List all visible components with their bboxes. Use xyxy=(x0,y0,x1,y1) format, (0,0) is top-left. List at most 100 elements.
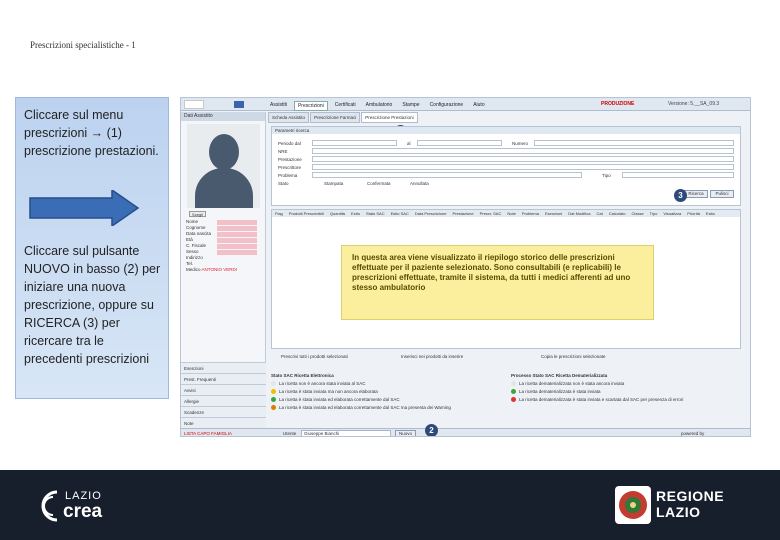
app-screenshot: Assistiti Prescrizioni Certificati Ambul… xyxy=(180,97,751,437)
period-to-label: al xyxy=(407,141,411,146)
eu-flag-icon xyxy=(234,101,244,108)
grid-column: Quantità xyxy=(329,211,346,216)
menu-configurazione[interactable]: Configurazione xyxy=(427,101,467,111)
redacted-value xyxy=(217,232,257,237)
lazio-crea-logo: LAZIO crea xyxy=(35,486,125,526)
nav-scadenze[interactable]: Scadenze xyxy=(181,406,266,417)
doctor-name: ANTONIO VERDI xyxy=(201,267,237,272)
patient-avatar xyxy=(187,124,260,208)
menu-aiuto[interactable]: Aiuto xyxy=(470,101,487,111)
status-text: LISTA CAPO FAMIGLIA xyxy=(184,431,232,436)
status-dot-icon xyxy=(271,397,276,403)
nav-note[interactable]: Note xyxy=(181,417,266,428)
nav-allergie[interactable]: Allergie xyxy=(181,395,266,406)
tab-scheda-assistito[interactable]: Scheda Assistito xyxy=(268,112,310,123)
nav-avvisi[interactable]: Avvisi xyxy=(181,384,266,395)
menu-ambulatorio[interactable]: Ambulatorio xyxy=(363,101,396,111)
period-from-input[interactable] xyxy=(312,140,397,146)
action-prescribe-selected[interactable]: Prescrivi tutti i prodotti selezionati xyxy=(281,354,348,359)
legend-dem-title: Processo Stato SAC Ricetta Dematerializz… xyxy=(511,373,608,378)
step-badge-3: 3 xyxy=(674,189,687,202)
main-menu: Assistiti Prescrizioni Certificati Ambul… xyxy=(267,101,488,111)
search-label: Periodo dal xyxy=(278,141,301,146)
grid-column: Prescr. SAC xyxy=(479,211,502,216)
tipo-select[interactable] xyxy=(622,172,734,178)
status-annullata[interactable]: Annullata xyxy=(410,181,429,186)
content-tabs: Scheda Assistito Prescrizione Farmaci Pr… xyxy=(268,112,418,123)
regione-lazio-crest-icon xyxy=(615,486,651,524)
grid-column: Data Prescrizione xyxy=(414,211,447,216)
tipo-label: Tipo xyxy=(602,173,611,178)
step-badge-2: 2 xyxy=(425,424,438,436)
tab-prescrizione-farmaci[interactable]: Prescrizione Farmaci xyxy=(310,112,361,123)
user-select[interactable]: Giuseppe Bianchi xyxy=(301,430,391,436)
select-patient-button[interactable]: Scegli xyxy=(189,211,206,217)
grid-column: Stato SAC xyxy=(365,211,385,216)
numero-label: Numero xyxy=(512,141,529,146)
search-panel-header: Parametri ricerca xyxy=(272,127,740,134)
redacted-value xyxy=(217,244,257,249)
instruction-step-2: Cliccare sul pulsante NUOVO in basso (2)… xyxy=(24,244,161,366)
numero-input[interactable] xyxy=(534,140,734,146)
nav-prest-frequenti[interactable]: Prest. Frequenti xyxy=(181,373,266,384)
search-button[interactable]: Ricerca xyxy=(684,190,708,198)
nav-esenzioni[interactable]: Esenzioni xyxy=(181,362,266,373)
search-label: Problema xyxy=(278,173,298,178)
version-label: Versione: 5.__SA_09.3 xyxy=(668,101,720,107)
regione-lazio-line1: REGIONE xyxy=(656,488,725,504)
menu-stampe[interactable]: Stampe xyxy=(399,101,422,111)
status-dot-icon xyxy=(271,389,276,395)
user-label: Utente xyxy=(283,431,297,436)
legend-item: La ricetta è stata inviata ed elaborata … xyxy=(279,405,451,410)
grid-column: Flag xyxy=(275,211,283,216)
status-dot-icon xyxy=(511,397,516,403)
regione-lazio-line2: LAZIO xyxy=(656,504,701,520)
slide-title: Prescrizioni specialistiche - 1 xyxy=(30,40,136,50)
lazio-crea-line2: crea xyxy=(63,501,103,522)
menu-certificati[interactable]: Certificati xyxy=(332,101,359,111)
action-insert-products[interactable]: Inserisci nei prodotti da inserire xyxy=(401,354,463,359)
redacted-value xyxy=(217,250,257,255)
grid-column: Esito xyxy=(351,211,360,216)
instruction-panel: Cliccare sul menu prescrizioni → (1) pre… xyxy=(15,97,169,399)
problema-input[interactable] xyxy=(312,172,582,178)
grid-column: Esenzioni xyxy=(544,211,563,216)
period-to-input[interactable] xyxy=(417,140,502,146)
grid-column: Priorità xyxy=(687,211,700,216)
redacted-value xyxy=(217,238,257,243)
legend-item: La ricetta non è ancora stata inviata al… xyxy=(279,381,366,386)
patient-panel: Dati Assistito Scegli Nome Cognome Data … xyxy=(181,112,266,436)
grid-column: Visualizza xyxy=(663,211,682,216)
legend-item: La ricetta dematerializzata è stata invi… xyxy=(519,397,684,402)
status-dot-icon xyxy=(511,389,516,395)
patient-nav: Esenzioni Prest. Frequenti Avvisi Allerg… xyxy=(181,362,266,428)
grid-header: Flag Prodotti Prescrivibili Quantità Esi… xyxy=(272,210,740,217)
grid-column: Cat xyxy=(596,211,603,216)
search-panel: Parametri ricerca Periodo dal al Numero … xyxy=(271,126,741,206)
grid-column: Calcolato xyxy=(608,211,626,216)
redacted-value xyxy=(217,226,257,231)
menu-prescrizioni[interactable]: Prescrizioni xyxy=(293,101,328,111)
powered-by-label: powered by xyxy=(681,431,705,436)
legend-item: La ricetta è stata inviata ma non ancora… xyxy=(279,389,378,394)
status-stampata[interactable]: Stampata xyxy=(324,181,343,186)
grid-column: Esito SAC xyxy=(390,211,409,216)
patient-panel-header: Dati Assistito xyxy=(181,112,265,121)
grid-column: Note xyxy=(507,211,516,216)
prescrittore-input[interactable] xyxy=(312,164,734,170)
search-label: Prescrittore xyxy=(278,165,302,170)
nre-input[interactable] xyxy=(312,148,734,154)
grid-column: Esito xyxy=(705,211,715,216)
grid-column: Classe xyxy=(631,211,644,216)
grid-column: Tipo xyxy=(649,211,658,216)
status-confermata[interactable]: Confermata xyxy=(367,181,391,186)
action-copy-selected[interactable]: Copia le prescrizioni selezionate xyxy=(541,354,606,359)
prestazione-input[interactable] xyxy=(312,156,734,162)
field-label: Medico xyxy=(186,267,201,272)
search-label: NRE xyxy=(278,149,288,154)
menu-assistiti[interactable]: Assistiti xyxy=(267,101,290,111)
new-button[interactable]: Nuovo xyxy=(395,430,417,436)
reset-button[interactable]: Pulisci xyxy=(710,190,734,198)
instruction-step-1: Cliccare sul menu prescrizioni → (1) pre… xyxy=(24,108,159,158)
tab-prescrizione-prestazioni[interactable]: Prescrizione Prestazioni xyxy=(361,112,418,123)
